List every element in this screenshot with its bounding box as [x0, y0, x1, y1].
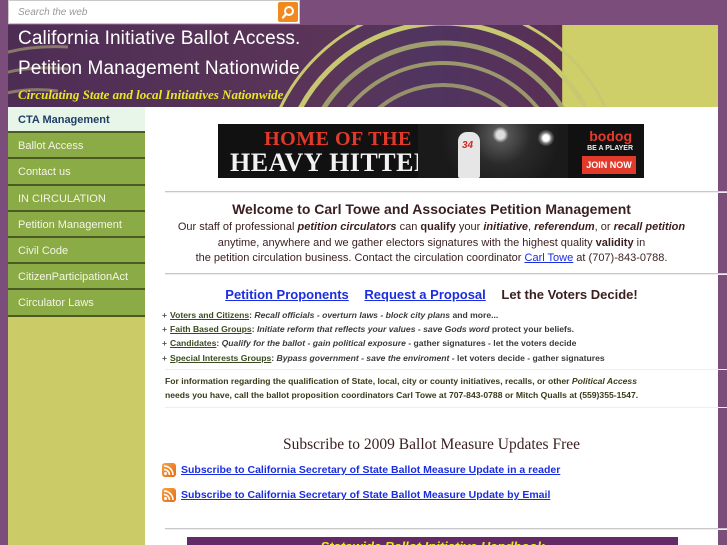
list-item-text: - gather signatures - let the voters dec…: [405, 338, 577, 349]
handbook-banner[interactable]: Statewide Ballot Initiative Handbook: [187, 537, 678, 545]
advertisement-banner[interactable]: HOME OF THE HEAVY HITTERS 34 bodog BE A …: [218, 124, 644, 178]
plus-icon: +: [162, 338, 168, 349]
welcome-emphasis: qualify: [420, 221, 456, 233]
divider: [165, 273, 727, 275]
jersey-number: 34: [462, 140, 474, 151]
search-bar: [8, 0, 300, 24]
ad-photo: 34: [418, 124, 568, 178]
welcome-text: Our staff of professional: [177, 221, 298, 233]
welcome-text: your: [455, 221, 484, 233]
audience-list: + Voters and Citizens: Recall officials -…: [162, 308, 702, 365]
plus-icon: +: [162, 352, 168, 363]
sidebar-item-contact-us[interactable]: Contact us: [8, 159, 145, 186]
baseball-player-image: [458, 132, 480, 178]
search-input[interactable]: [9, 1, 277, 23]
main-content: HOME OF THE HEAVY HITTERS 34 bodog BE A …: [145, 107, 727, 545]
info-text: needs you have, call the ballot proposit…: [165, 390, 639, 400]
welcome-text: anytime, anywhere and we gather electors…: [217, 236, 596, 249]
welcome-emphasis: referendum: [534, 221, 595, 233]
site-title-line1: California Initiative Ballot Access.: [18, 28, 301, 49]
ad-headline-2: HEAVY HITTERS: [230, 148, 449, 177]
list-item-text: protect your beliefs.: [489, 324, 575, 335]
welcome-text: at (707)-843-0788.: [573, 252, 668, 264]
subscribe-email-item[interactable]: Subscribe to California Secretary of Sta…: [162, 488, 550, 502]
request-proposal-link[interactable]: Request a Proposal: [364, 287, 485, 302]
plus-icon: +: [162, 324, 168, 335]
welcome-text: , or: [594, 221, 614, 233]
list-item: + Faith Based Groups: Initiate reform tha…: [162, 322, 702, 336]
site-title-line2: Petition Management Nationwide: [18, 58, 300, 79]
sidebar-item-cta-management[interactable]: CTA Management: [8, 107, 145, 134]
contact-carl-towe-link[interactable]: Carl Towe: [525, 252, 574, 264]
sidebar-nav: CTA Management Ballot Access Contact us …: [8, 107, 145, 545]
subscribe-heading: Subscribe to 2009 Ballot Measure Updates…: [282, 436, 581, 453]
subscribe-reader-link[interactable]: Subscribe to California Secretary of Sta…: [181, 464, 560, 476]
list-item: + Special Interests Groups: Bypass govern…: [162, 351, 702, 365]
list-item-emphasis: Initiate reform that reflects your value…: [256, 324, 490, 335]
welcome-heading: Welcome to Carl Towe and Associates Peti…: [232, 201, 631, 217]
sidebar-item-citizen-participation-act[interactable]: CitizenParticipationAct: [8, 264, 145, 291]
special-interests-groups-link[interactable]: Special Interests Groups: [170, 353, 271, 363]
list-item-emphasis: Bypass government - save the enviroment: [276, 352, 450, 363]
welcome-emphasis: validity: [595, 236, 634, 249]
rss-icon: [162, 463, 176, 477]
header-banner: California Initiative Ballot Access. Pet…: [8, 25, 718, 107]
divider: [165, 191, 727, 193]
welcome-emphasis: recall petition: [613, 221, 686, 233]
info-paragraph: For information regarding the qualificat…: [165, 374, 685, 402]
welcome-emphasis: petition circulators: [297, 221, 397, 233]
welcome-text: in: [633, 236, 646, 249]
petition-proponents-link[interactable]: Petition Proponents: [225, 287, 349, 302]
sidebar-item-petition-management[interactable]: Petition Management: [8, 211, 145, 238]
sidebar-item-ballot-access[interactable]: Ballot Access: [8, 133, 145, 160]
ad-slogan: BE A PLAYER: [587, 145, 633, 152]
subscribe-reader-item[interactable]: Subscribe to California Secretary of Sta…: [162, 463, 560, 477]
cta-row: Petition Proponents Request a Proposal L…: [145, 287, 718, 302]
list-item: + Candidates: Qualify for the ballot - ga…: [162, 336, 702, 350]
candidates-link[interactable]: Candidates: [170, 338, 216, 348]
rss-icon: [162, 488, 176, 502]
sidebar-item-in-circulation[interactable]: IN CIRCULATION: [8, 185, 145, 212]
sidebar-item-civil-code[interactable]: Civil Code: [8, 237, 145, 265]
list-item-emphasis: Qualify for the ballot - gain political …: [221, 338, 406, 349]
site-tagline: Circulating State and local Initiatives …: [18, 87, 284, 102]
list-item-text: and more...: [450, 310, 499, 320]
info-emphasis: Political Access: [571, 376, 637, 386]
faith-based-groups-link[interactable]: Faith Based Groups: [170, 324, 252, 334]
search-icon: [281, 6, 294, 19]
ad-join-now-button[interactable]: JOIN NOW: [582, 156, 636, 174]
sidebar-item-circulator-laws[interactable]: Circulator Laws: [8, 290, 145, 317]
subscribe-email-link[interactable]: Subscribe to California Secretary of Sta…: [181, 489, 550, 501]
search-button[interactable]: [278, 2, 298, 22]
divider: [165, 528, 727, 530]
list-item: + Voters and Citizens: Recall officials -…: [162, 308, 702, 322]
ad-brand-logo: bodog: [589, 128, 632, 144]
voters-and-citizens-link[interactable]: Voters and Citizens: [170, 310, 249, 320]
info-text: For information regarding the qualificat…: [165, 376, 572, 386]
stadium-light: [538, 130, 554, 146]
list-item-text: - let voters decide - gather signatures: [449, 352, 605, 363]
cta-slogan: Let the Voters Decide!: [501, 287, 638, 302]
plus-icon: +: [162, 310, 168, 320]
welcome-text: can: [396, 221, 421, 233]
list-item-emphasis: Recall officials - overturn laws - block…: [254, 310, 451, 320]
welcome-text: the petition circulation business. Conta…: [195, 252, 525, 264]
divider: [165, 407, 727, 408]
welcome-paragraph: Our staff of professional petition circu…: [165, 220, 698, 267]
welcome-emphasis: initiative: [483, 221, 528, 233]
divider: [165, 369, 727, 370]
